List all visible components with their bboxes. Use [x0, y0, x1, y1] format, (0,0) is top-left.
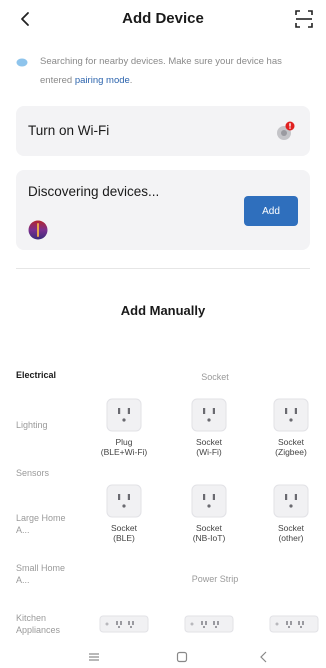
device-name: Socket (Zigbee) [275, 437, 307, 457]
device-name: Plug (BLE+Wi-Fi) [100, 437, 148, 457]
device-socket-wifi[interactable]: Socket (Wi-Fi) [171, 398, 247, 457]
discovered-device-icon[interactable] [28, 220, 48, 240]
home-icon[interactable] [175, 650, 189, 664]
device-name: Socket (BLE) [111, 523, 137, 543]
top-bar: Add Device [0, 0, 326, 40]
socket-icon [273, 398, 309, 432]
device-socket-other[interactable]: Socket (other) [256, 484, 326, 543]
power-strip-icon[interactable] [184, 612, 234, 636]
device-socket-nb-iot[interactable]: Socket (NB-IoT) [171, 484, 247, 543]
pairing-mode-link[interactable]: pairing mode [75, 75, 130, 86]
device-name: Socket (other) [278, 523, 304, 543]
device-socket-zigbee[interactable]: Socket (Zigbee) [256, 398, 326, 457]
power-strip-icon[interactable] [269, 612, 319, 636]
wifi-card[interactable]: Turn on Wi-Fi [16, 106, 310, 156]
back-icon[interactable] [257, 650, 271, 664]
wifi-toggle-icon[interactable] [274, 120, 296, 142]
device-name: Socket (NB-IoT) [192, 523, 226, 543]
system-nav-bar [0, 648, 326, 668]
power-strip-icon[interactable] [99, 612, 149, 636]
category-large-home-appliances[interactable]: Large Home A... [16, 512, 72, 536]
category-lighting[interactable]: Lighting [16, 419, 86, 431]
divider [16, 268, 310, 269]
searching-spinner-icon [16, 58, 28, 67]
socket-icon [191, 484, 227, 518]
category-kitchen-appliances[interactable]: Kitchen Appliances [16, 612, 76, 636]
category-sensors[interactable]: Sensors [16, 467, 86, 479]
status-tail: . [129, 75, 133, 86]
add-button[interactable]: Add [244, 196, 298, 226]
section-socket-title: Socket [201, 372, 229, 382]
wifi-label: Turn on Wi-Fi [28, 123, 110, 138]
scan-icon[interactable] [294, 9, 314, 29]
add-manually-title: Add Manually [120, 303, 206, 318]
discover-label: Discovering devices... [28, 184, 160, 199]
discover-card: Discovering devices... Add [16, 170, 310, 250]
device-plug-ble-wifi[interactable]: Plug (BLE+Wi-Fi) [86, 398, 162, 457]
device-socket-ble[interactable]: Socket (BLE) [86, 484, 162, 543]
category-small-home-appliances[interactable]: Small Home A... [16, 562, 72, 586]
socket-icon [273, 484, 309, 518]
search-status: Searching for nearby devices. Make sure … [16, 52, 316, 90]
socket-icon [191, 398, 227, 432]
device-name: Socket (Wi-Fi) [196, 437, 222, 457]
menu-icon[interactable] [87, 650, 101, 664]
section-power-strip-title: Power Strip [191, 574, 239, 584]
category-electrical[interactable]: Electrical [16, 369, 86, 381]
socket-icon [106, 398, 142, 432]
page-title: Add Device [122, 10, 204, 27]
socket-icon [106, 484, 142, 518]
